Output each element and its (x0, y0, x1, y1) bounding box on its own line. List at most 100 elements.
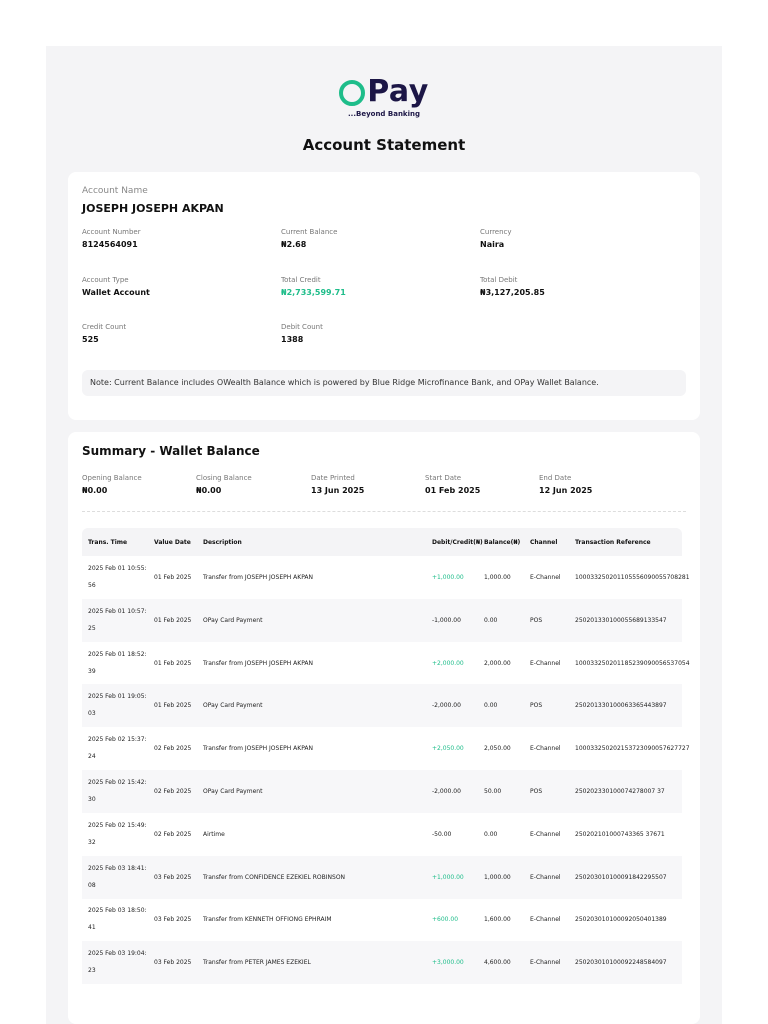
account-name-label: Account Name (82, 186, 148, 196)
summary-card: Summary - Wallet Balance Opening Balance… (68, 432, 700, 1024)
table-row: 2025 Feb 01 10:55: 56 01 Feb 2025 Transfer … (82, 556, 690, 599)
field-value: 1388 (281, 335, 304, 344)
cell-description: OPay Card Payment (203, 788, 263, 795)
balance-note: Note: Current Balance includes OWealth B… (82, 370, 686, 396)
cell-trans-time: 2025 Feb 02 15:37: (88, 736, 147, 744)
field-credit-count: Credit Count 525 (82, 323, 126, 344)
header-debit-credit: Debit/Credit(₦) (432, 539, 483, 546)
field-value: 525 (82, 335, 99, 344)
cell-balance: 0.00 (484, 616, 498, 624)
cell-trans-time: 2025 Feb 02 15:49: (88, 821, 147, 829)
cell-reference: 100033250202153723090057627727 (575, 745, 690, 753)
field-label: Account Type (82, 276, 129, 284)
cell-reference: 100033250201105556090055708281 (575, 574, 690, 581)
cell-trans-time-seconds: 23 (88, 967, 96, 975)
cell-balance: 0.00 (484, 830, 498, 838)
field-total-debit: Total Debit ₦3,127,205.85 (480, 276, 545, 297)
cell-description: Transfer from CONFIDENCE EZEKIEL ROBINSO… (203, 873, 346, 881)
cell-value-date: 01 Feb 2025 (154, 574, 192, 581)
cell-channel: E-Channel (530, 659, 561, 667)
cell-value-date: 01 Feb 2025 (154, 702, 192, 710)
field-value: ₦2,733,599.71 (281, 288, 346, 297)
cell-amount: +3,000.00 (432, 959, 464, 967)
cell-reference: 250202330100074278007 37 (575, 788, 665, 795)
field-value: ₦0.00 (82, 486, 108, 495)
field-value: 13 Jun 2025 (311, 486, 365, 495)
field-label: Total Debit (480, 276, 518, 284)
cell-reference: 250201330100063365443897 (575, 702, 667, 710)
cell-description: Transfer from JOSEPH JOSEPH AKPAN (203, 574, 314, 581)
field-label: Account Number (82, 228, 141, 236)
cell-description: Transfer from JOSEPH JOSEPH AKPAN (203, 659, 314, 667)
field-current-balance: Current Balance ₦2.68 (281, 228, 337, 249)
cell-amount: +1,000.00 (432, 574, 464, 581)
field-account-number: Account Number 8124564091 (82, 228, 141, 249)
cell-description: Transfer from KENNETH OFFIONG EPHRAIM (203, 916, 332, 924)
cell-description: OPay Card Payment (203, 616, 263, 624)
summary-title: Summary - Wallet Balance (82, 444, 260, 458)
logo-wordmark: Pay (339, 76, 429, 108)
cell-description: Airtime (203, 830, 225, 838)
field-label: Opening Balance (82, 474, 142, 482)
cell-channel: POS (530, 616, 543, 624)
field-debit-count: Debit Count 1388 (281, 323, 323, 344)
cell-channel: E-Channel (530, 959, 561, 967)
table-row: 2025 Feb 01 18:52: 39 01 Feb 2025 Transfer … (82, 642, 690, 685)
summary-closing-balance: Closing Balance ₦0.00 (196, 474, 252, 495)
cell-amount: +2,000.00 (432, 659, 464, 667)
field-value: ₦0.00 (196, 486, 222, 495)
cell-balance: 2,000.00 (484, 659, 511, 667)
field-label: End Date (539, 474, 572, 482)
table-row: 2025 Feb 03 19:04: 23 03 Feb 2025 Transfer … (82, 941, 682, 985)
cell-channel: E-Channel (530, 830, 561, 838)
cell-reference: 100033250201185239090056537054 (575, 659, 690, 667)
table-row: 2025 Feb 01 10:57: 25 01 Feb 2025 OPay Card… (82, 598, 682, 642)
field-value: 01 Feb 2025 (425, 486, 481, 495)
cell-channel: POS (530, 788, 543, 795)
field-label: Start Date (425, 474, 462, 482)
field-value: 8124564091 (82, 240, 138, 249)
field-value: ₦3,127,205.85 (480, 288, 545, 297)
cell-trans-time-seconds: 39 (88, 667, 96, 675)
logo-text: Pay (367, 74, 429, 109)
header-reference: Transaction Reference (575, 539, 651, 546)
logo-tagline: ...Beyond Banking (348, 110, 420, 118)
field-label: Current Balance (281, 228, 338, 236)
summary-date-printed: Date Printed 13 Jun 2025 (311, 474, 364, 495)
cell-trans-time: 2025 Feb 01 10:55: (88, 565, 147, 572)
cell-reference: 250201330100055689133547 (575, 616, 667, 624)
field-account-type: Account Type Wallet Account (82, 276, 150, 297)
cell-value-date: 01 Feb 2025 (154, 659, 192, 667)
table-row: 2025 Feb 03 18:41: 08 03 Feb 2025 Transfer … (82, 855, 682, 899)
cell-balance: 0.00 (484, 702, 498, 710)
cell-trans-time: 2025 Feb 03 18:41: (88, 864, 147, 872)
cell-reference: 250203010100092248584097 (575, 959, 667, 967)
cell-description: Transfer from PETER JAMES EZEKIEL (203, 959, 311, 967)
cell-balance: 4,600.00 (484, 959, 511, 967)
cell-amount: +2,050.00 (432, 745, 464, 753)
cell-amount: -2,000.00 (432, 788, 461, 795)
header-trans-time: Trans. Time (88, 539, 128, 546)
cell-reference: 250203010100091842295507 (575, 873, 667, 881)
cell-amount: -2,000.00 (432, 702, 461, 710)
table-row: 2025 Feb 02 15:42: 30 02 Feb 2025 OPay Card… (82, 770, 682, 813)
cell-channel: POS (530, 702, 543, 710)
table-row: 2025 Feb 03 18:50: 41 03 Feb 2025 Transfer … (82, 898, 682, 941)
cell-reference: 250203010100092050401389 (575, 916, 667, 924)
cell-trans-time-seconds: 32 (88, 838, 96, 846)
field-currency: Currency Naira (480, 228, 512, 249)
cell-value-date: 03 Feb 2025 (154, 959, 192, 967)
cell-trans-time-seconds: 25 (88, 624, 96, 632)
field-label: Credit Count (82, 323, 127, 331)
header-balance: Balance(₦) (484, 539, 521, 546)
opay-logo: Pay ...Beyond Banking (46, 76, 722, 118)
header-description: Description (203, 539, 242, 546)
cell-trans-time: 2025 Feb 03 19:04: (88, 950, 147, 958)
cell-amount: -1,000.00 (432, 616, 461, 624)
cell-trans-time-seconds: 56 (88, 582, 96, 589)
cell-trans-time-seconds: 41 (88, 924, 96, 932)
cell-reference: 250202101000743365 37671 (575, 830, 665, 838)
cell-value-date: 01 Feb 2025 (154, 616, 192, 624)
field-value: 12 Jun 2025 (539, 486, 593, 495)
cell-trans-time: 2025 Feb 01 19:05: (88, 693, 147, 701)
